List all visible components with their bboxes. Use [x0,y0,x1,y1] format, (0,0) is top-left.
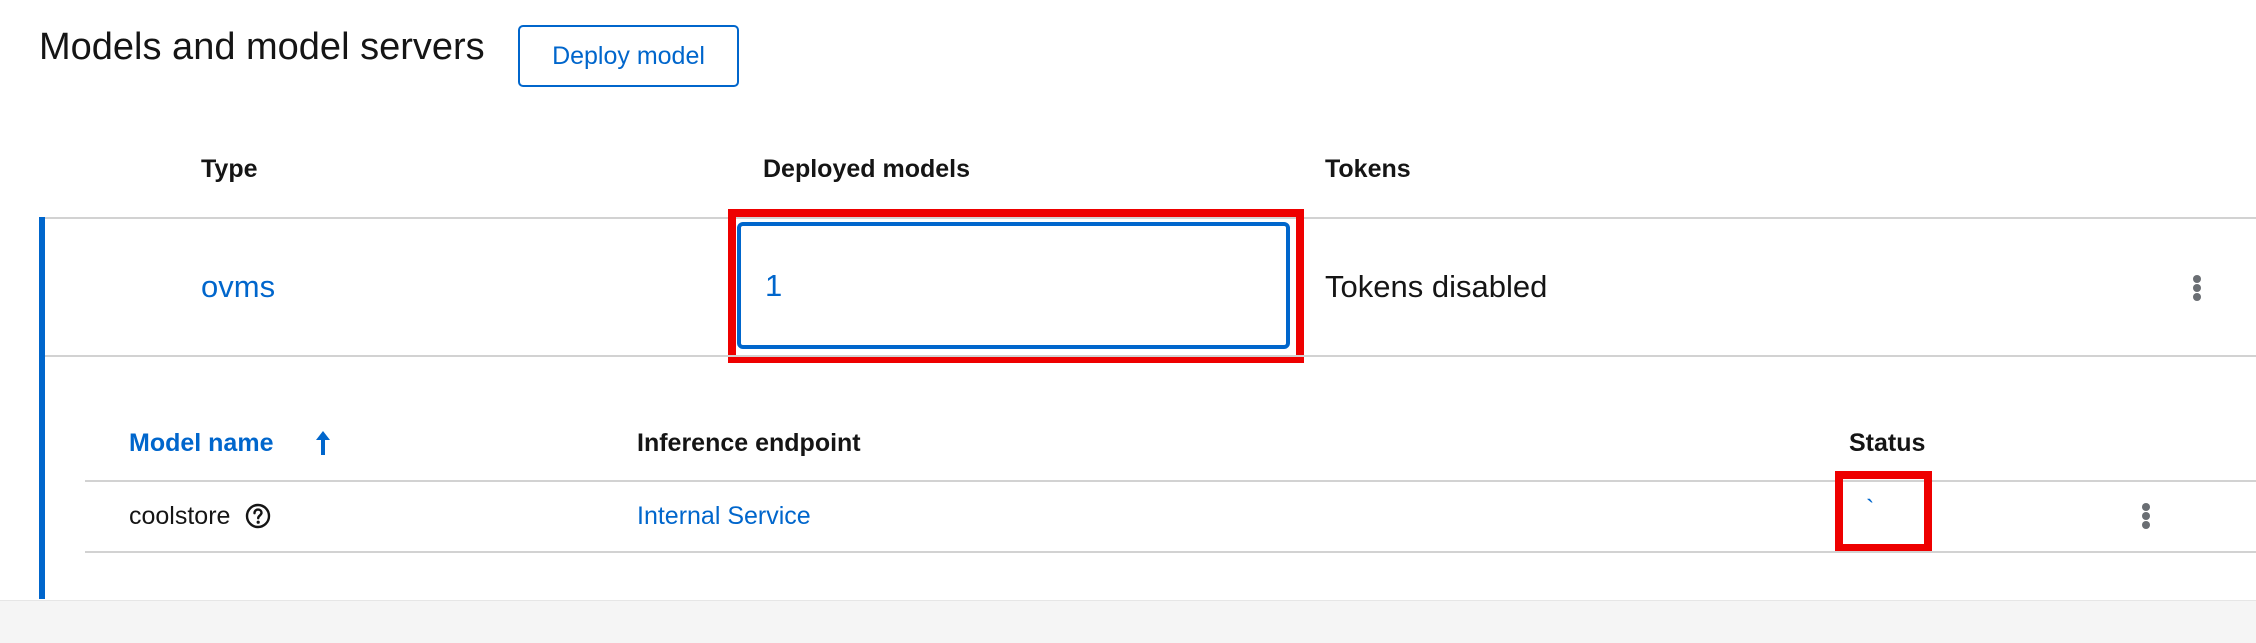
tokens-status: Tokens disabled [1325,269,1548,304]
model-row-actions-kebab-icon[interactable] [2135,503,2157,529]
highlight-box-status [1835,471,1932,552]
sub-header-divider [85,480,2256,482]
deployed-models-toggle[interactable]: 1 [737,222,1290,349]
model-name: coolstore [129,502,231,530]
deploy-model-button[interactable]: Deploy model [518,25,739,87]
header-divider [39,217,2256,219]
expanded-row-indicator [39,217,45,599]
inference-endpoint-link[interactable]: Internal Service [637,502,811,531]
column-header-type: Type [201,155,258,183]
model-row-divider [85,551,2256,553]
column-header-model-name[interactable]: Model name [129,429,273,458]
page-title: Models and model servers [39,26,485,68]
column-header-status: Status [1849,429,1926,457]
column-header-tokens: Tokens [1325,155,1411,183]
server-type-link[interactable]: ovms [201,269,275,305]
row-divider [45,355,2256,357]
sort-ascending-icon[interactable] [312,428,334,458]
column-header-deployed-models: Deployed models [763,155,970,183]
table-footer-band [0,600,2256,643]
server-row-actions-kebab-icon[interactable] [2186,275,2208,301]
column-header-inference-endpoint: Inference endpoint [637,429,861,457]
model-status: ` [1866,495,1875,523]
help-icon[interactable] [245,503,271,529]
